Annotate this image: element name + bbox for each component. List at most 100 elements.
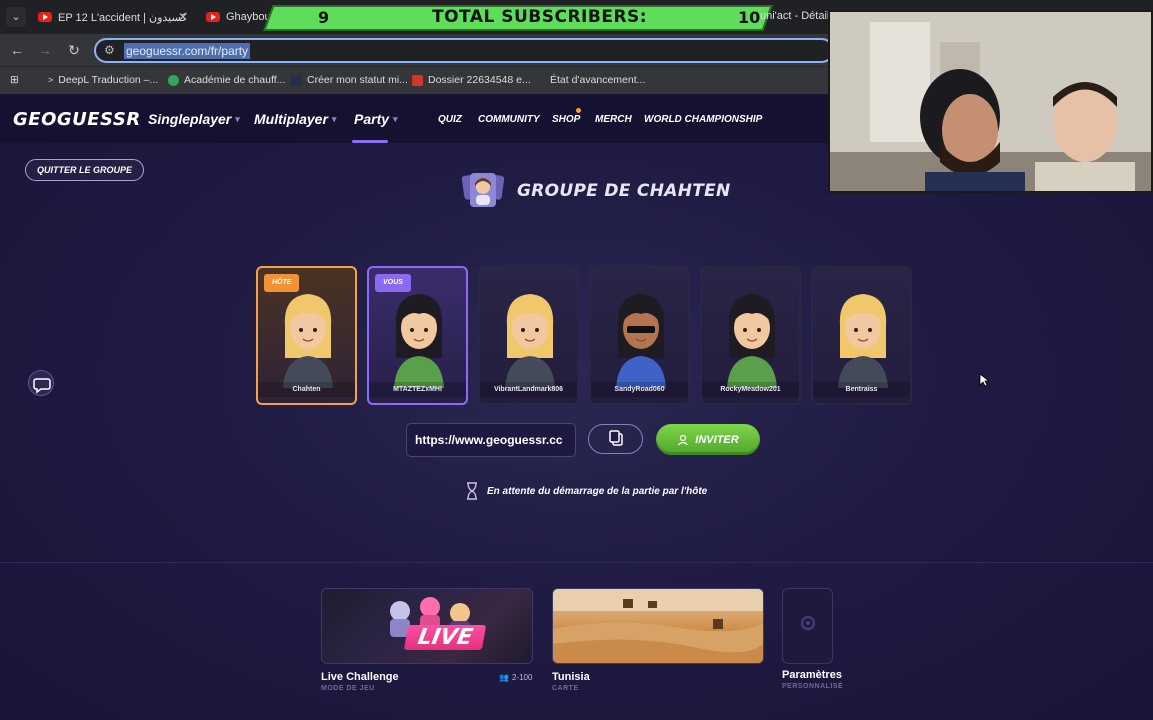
bookmark-item[interactable]: > DeepL Traduction –...	[48, 74, 158, 86]
chevron-down-icon: ▾	[331, 113, 337, 124]
tunisia-desert-image	[553, 589, 763, 663]
bookmark-label: Dossier 22634548 e...	[428, 74, 531, 86]
game-mode-subtitle: MODE DE JEU	[321, 685, 375, 692]
players-icon: 👥	[499, 673, 509, 682]
player-name: SandyRoad060	[591, 382, 688, 397]
nav-label: Singleplayer	[148, 111, 232, 127]
player-card[interactable]: VibrantLandmark806	[478, 266, 579, 405]
bookmark-label: Créer mon statut mi...	[307, 74, 408, 86]
map-title: Tunisia	[552, 671, 590, 683]
nav-shop[interactable]: SHOP	[552, 114, 580, 125]
chat-button[interactable]	[28, 370, 54, 396]
youtube-icon	[206, 12, 220, 22]
copy-icon	[609, 430, 623, 446]
game-mode-title: Live Challenge	[321, 671, 399, 683]
geoguessr-logo[interactable]: GEOGUESSR	[13, 109, 141, 130]
academy-icon	[168, 74, 179, 86]
url-text[interactable]: geoguessr.com/fr/party	[124, 43, 251, 59]
nav-community[interactable]: COMMUNITY	[478, 114, 540, 125]
copy-link-button[interactable]	[588, 424, 643, 454]
player-avatar	[727, 294, 777, 388]
player-count-value: 2-100	[511, 673, 533, 682]
add-user-icon	[678, 434, 689, 445]
waiting-status: En attente du démarrage de la partie par…	[465, 482, 707, 500]
tab-label: EP 12 L'accident | كسيدون	[58, 11, 187, 24]
chevron-down-icon: ▾	[393, 113, 398, 124]
player-card[interactable]: Bentraiss	[811, 266, 912, 405]
player-name: MTAZTEZxMHI	[369, 382, 466, 397]
subscriber-count-left: 9	[318, 8, 330, 27]
player-name: RockyMeadow201	[702, 382, 799, 397]
nav-label: Multiplayer	[254, 111, 328, 127]
bookmark-item[interactable]: Académie de chauff...	[168, 74, 285, 86]
subscriber-banner-title: TOTAL SUBSCRIBERS:	[432, 7, 648, 27]
settings-title: Paramètres	[782, 669, 842, 681]
bookmark-item[interactable]: Dossier 22634548 e...	[412, 74, 531, 86]
site-settings-icon[interactable]: ⚙	[104, 43, 115, 57]
player-avatar	[283, 294, 333, 388]
bookmark-item[interactable]: État d'avancement...	[534, 74, 645, 86]
player-card[interactable]: SandyRoad060	[589, 266, 690, 405]
quit-group-button[interactable]: QUITTER LE GROUPE	[25, 159, 144, 181]
tab-close-icon[interactable]: ✕	[178, 10, 188, 24]
deepl-icon: >	[48, 75, 54, 85]
map-subtitle: CARTE	[552, 685, 579, 692]
bookmark-item[interactable]: Créer mon statut mi...	[291, 74, 408, 86]
player-avatar	[505, 294, 555, 388]
bookmark-label: DeepL Traduction –...	[58, 74, 159, 86]
forward-icon[interactable]: →	[37, 42, 53, 58]
player-card[interactable]: RockyMeadow201	[700, 266, 801, 405]
youtube-icon	[38, 12, 52, 22]
player-card[interactable]: HÔTE Chahten	[256, 266, 357, 405]
nav-label: Party	[354, 111, 390, 127]
group-icon	[462, 173, 504, 207]
logo-text: GEOGUESSR	[13, 109, 141, 130]
document-icon	[412, 74, 423, 86]
back-icon[interactable]: ←	[9, 42, 25, 58]
game-mode-card[interactable]: LIVE	[321, 588, 533, 664]
player-card[interactable]: VOUS MTAZTEZxMHI	[367, 266, 468, 405]
invite-button[interactable]: INVITER	[656, 424, 760, 455]
map-card[interactable]	[552, 588, 764, 664]
player-name: VibrantLandmark806	[480, 382, 577, 397]
player-name: Chahten	[258, 382, 355, 397]
player-avatar	[616, 294, 666, 388]
waiting-text: En attente du démarrage de la partie par…	[487, 485, 708, 497]
player-name: Bentraiss	[813, 382, 910, 397]
webcam-overlay	[828, 10, 1153, 193]
mouse-cursor-icon	[979, 373, 989, 387]
status-icon	[291, 74, 302, 86]
nav-party[interactable]: Party ▾	[354, 111, 398, 127]
shop-notification-dot	[576, 108, 581, 113]
invite-url-field[interactable]: https://www.geoguessr.cc	[406, 423, 576, 457]
subscriber-count-right: 10	[738, 8, 761, 27]
party-lobby: QUITTER LE GROUPE GROUPE DE CHAHTEN HÔTE…	[0, 143, 1153, 720]
bookmark-label: État d'avancement...	[550, 74, 646, 86]
bookmark-label: Académie de chauff...	[184, 74, 286, 86]
player-avatar	[394, 294, 444, 388]
tab-search-button[interactable]: ⌄	[6, 7, 26, 27]
nav-singleplayer[interactable]: Singleplayer ▾	[148, 111, 240, 127]
chevron-down-icon: ▾	[235, 113, 240, 124]
reload-icon[interactable]: ↻	[66, 42, 82, 58]
player-count: 👥 2-100	[499, 673, 532, 682]
browser-tab[interactable]: EP 12 L'accident | كسيدون	[38, 6, 188, 28]
nav-quiz[interactable]: QUIZ	[438, 114, 462, 125]
player-avatar	[838, 294, 888, 388]
nav-merch[interactable]: MERCH	[595, 114, 632, 125]
gear-icon	[801, 616, 815, 630]
apps-grid-icon[interactable]: ⊞	[10, 74, 19, 86]
nav-world-championship[interactable]: WORLD CHAMPIONSHIP	[644, 114, 762, 125]
url-input[interactable]: ⚙ geoguessr.com/fr/party	[94, 38, 834, 63]
group-title: GROUPE DE CHAHTEN	[517, 181, 731, 201]
page-icon	[534, 74, 545, 86]
hourglass-icon	[467, 482, 477, 500]
live-label: LIVE	[403, 625, 487, 650]
section-divider	[0, 562, 1153, 563]
settings-card[interactable]	[782, 588, 833, 664]
nav-multiplayer[interactable]: Multiplayer ▾	[254, 111, 336, 127]
browser-tab-label-right[interactable]: uni'act - Détails	[760, 10, 835, 22]
settings-subtitle: PERSONNALISÉ	[782, 683, 844, 690]
webcam-video	[830, 12, 1151, 191]
chat-icon	[33, 378, 51, 394]
